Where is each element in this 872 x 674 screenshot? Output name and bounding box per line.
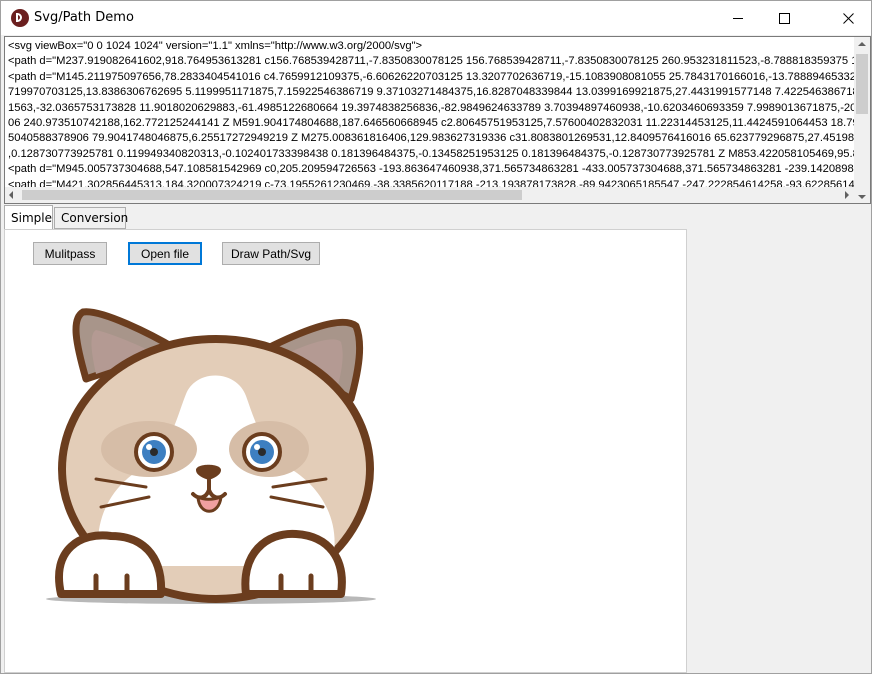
scroll-right-icon[interactable] (845, 191, 849, 199)
title-bar[interactable]: Svg/Path Demo (1, 1, 871, 35)
source-line: 5040588378906 79.9041748046875,6.2551727… (8, 132, 854, 145)
right-empty-panel (687, 206, 871, 673)
right-eye-shine (254, 444, 260, 450)
right-paw (241, 529, 346, 598)
tab-simple[interactable]: Simple (4, 205, 53, 229)
close-button[interactable] (825, 1, 871, 35)
scroll-down-icon[interactable] (858, 195, 866, 199)
tab-conversion[interactable]: Conversion (54, 207, 128, 229)
source-line: ,0.128730773925781 0.119949340820313,-0.… (8, 147, 854, 160)
cat-drawing (46, 308, 376, 604)
simple-tab-panel: Mulitpass Open file Draw Path/Svg (4, 229, 687, 673)
left-eye-shine (146, 444, 152, 450)
horizontal-scroll-thumb[interactable] (22, 190, 522, 200)
minimize-icon (733, 17, 743, 19)
vertical-scroll-thumb[interactable] (856, 54, 868, 114)
maximize-button[interactable] (761, 1, 807, 35)
right-pupil (258, 448, 266, 456)
source-line: <path d="M237.919082641602,918.764953613… (8, 55, 854, 68)
source-line: 719970703125,13.8386306762695 5.11999511… (8, 86, 854, 99)
horizontal-scrollbar[interactable] (5, 187, 855, 203)
window-title: Svg/Path Demo (34, 10, 134, 25)
scroll-up-icon[interactable] (858, 42, 866, 46)
draw-path-svg-button[interactable]: Draw Path/Svg (222, 242, 320, 265)
maximize-icon (778, 12, 790, 24)
left-paw (55, 531, 166, 598)
svg-source-textbox[interactable]: <svg viewBox="0 0 1024 1024" version="1.… (4, 36, 871, 204)
svg-source-text: <svg viewBox="0 0 1024 1024" version="1.… (8, 39, 854, 193)
source-line: <path d="M145.211975097656,78.2833404541… (8, 70, 854, 83)
source-line: <path d="M945.005737304688,547.108581542… (8, 163, 854, 176)
app-window: Svg/Path Demo <svg viewBox="0 0 1024 102… (0, 0, 872, 674)
source-line: <svg viewBox="0 0 1024 1024" version="1.… (8, 40, 423, 52)
multipass-button[interactable]: Mulitpass (33, 242, 107, 265)
source-line: 1563,-32.0365753173828 11.9018020629883,… (8, 101, 854, 114)
left-pupil (150, 448, 158, 456)
vertical-scrollbar[interactable] (854, 37, 870, 203)
scroll-left-icon[interactable] (9, 191, 13, 199)
minimize-button[interactable] (715, 1, 761, 35)
open-file-button[interactable]: Open file (128, 242, 202, 265)
source-line: 06 240.973510742188,162.772125244141 Z M… (8, 117, 854, 130)
close-icon (842, 12, 854, 24)
app-logo-icon (11, 9, 29, 27)
